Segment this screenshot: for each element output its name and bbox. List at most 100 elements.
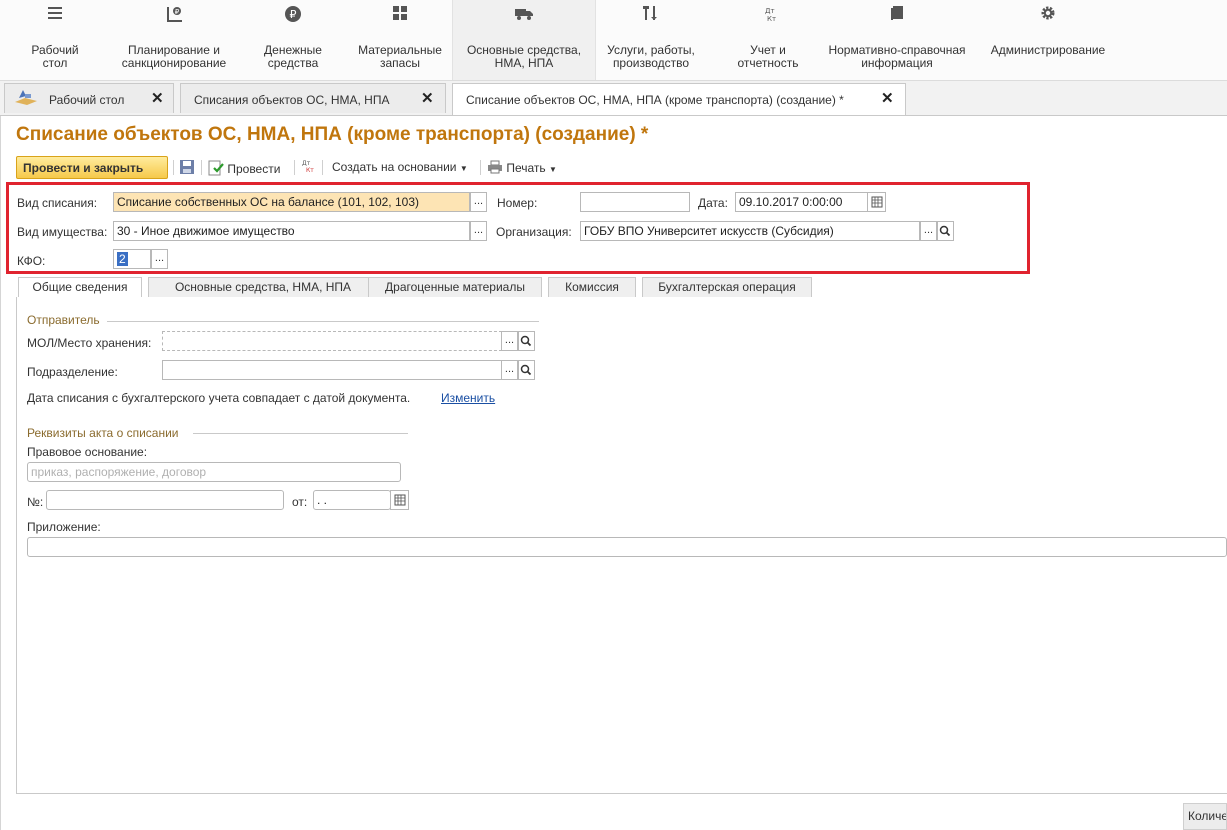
act-date-field[interactable]: . . xyxy=(313,490,391,510)
form-tabs: Общие сведения Основные средства, НМА, Н… xyxy=(16,277,1227,298)
group-divider xyxy=(107,321,539,322)
date-field[interactable]: 09.10.2017 0:00:00 xyxy=(735,192,868,212)
sender-group-title: Отправитель xyxy=(27,313,100,327)
toolbar-separator xyxy=(201,160,202,175)
chevron-down-icon: ▼ xyxy=(549,165,557,174)
post-button[interactable]: Провести xyxy=(208,160,280,176)
kfo-field[interactable]: 2 xyxy=(113,249,151,269)
svg-text:Дт: Дт xyxy=(765,7,775,15)
chevron-down-icon: ▼ xyxy=(459,164,468,173)
section-accounting[interactable]: Дт Кт Учет и отчетность xyxy=(718,0,818,80)
tab-writeoffs-list[interactable]: Списания объектов ОС, НМА, НПА ✕ xyxy=(180,83,446,113)
group-divider xyxy=(193,433,408,434)
save-icon[interactable] xyxy=(179,159,195,178)
from-date-label: от: xyxy=(292,495,308,509)
page-title: Списание объектов ОС, НМА, НПА (кроме тр… xyxy=(16,124,649,145)
grid-icon xyxy=(393,6,407,20)
write-off-type-label: Вид списания: xyxy=(17,196,98,210)
write-off-date-note: Дата списания с бухгалтерского учета сов… xyxy=(27,391,411,405)
mol-storage-field[interactable] xyxy=(162,331,502,351)
section-admin[interactable]: Администрирование xyxy=(984,0,1112,80)
toolbar-separator xyxy=(173,160,174,175)
debit-credit-icon: ДтКт xyxy=(302,160,314,174)
debit-credit-button[interactable]: Дт Кт xyxy=(300,158,316,177)
create-based-on-label: Создать на основании xyxy=(332,160,457,174)
svg-text:₽: ₽ xyxy=(175,8,180,16)
legal-basis-label: Правовое основание: xyxy=(27,445,148,459)
tab-accounting-operation[interactable]: Бухгалтерская операция xyxy=(642,277,812,297)
desktop-home-icon xyxy=(15,90,37,105)
tools-icon xyxy=(643,6,657,20)
post-icon xyxy=(208,160,224,176)
truck-icon xyxy=(515,9,533,20)
tab-label: Рабочий стол xyxy=(49,93,125,107)
tab-label: Списания объектов ОС, НМА, НПА xyxy=(194,93,390,107)
tab-fixed-assets[interactable]: Основные средства, НМА, НПА xyxy=(148,277,378,297)
number-field[interactable] xyxy=(580,192,690,212)
section-label: Планирование и санкционирование xyxy=(121,43,227,70)
planning-icon: ₽ xyxy=(167,7,182,22)
write-off-type-field[interactable]: Списание собственных ОС на балансе (101,… xyxy=(113,192,470,212)
attachment-label: Приложение: xyxy=(27,520,101,534)
act-number-field[interactable] xyxy=(46,490,284,510)
write-off-type-select-button[interactable]: ... xyxy=(470,192,487,212)
department-select-button[interactable]: ... xyxy=(501,360,518,380)
date-label: Дата: xyxy=(698,196,728,210)
section-desktop[interactable]: Рабочий стол xyxy=(16,0,94,80)
svg-text:Дт: Дт xyxy=(302,160,311,167)
legal-basis-field[interactable]: приказ, распоряжение, договор xyxy=(27,462,401,482)
print-label: Печать xyxy=(506,161,546,175)
property-type-label: Вид имущества: xyxy=(17,225,108,239)
attachment-field[interactable] xyxy=(27,537,1227,557)
section-label: Нормативно-справочная информация xyxy=(828,43,966,70)
act-group-title: Реквизиты акта о списании xyxy=(27,426,179,440)
section-planning[interactable]: ₽ Планирование и санкционирование xyxy=(112,0,236,80)
search-icon[interactable] xyxy=(518,360,535,380)
quantity-button[interactable]: Количество xyxy=(1183,803,1227,830)
number-label: Номер: xyxy=(497,196,538,210)
section-fixed-assets[interactable]: Основные средства, НМА, НПА xyxy=(452,0,596,80)
print-button[interactable]: Печать ▼ xyxy=(487,160,557,175)
tab-general[interactable]: Общие сведения xyxy=(18,277,142,298)
tab-desktop[interactable]: Рабочий стол ✕ xyxy=(4,83,174,113)
close-icon[interactable]: ✕ xyxy=(421,89,434,107)
create-based-on-button[interactable]: Создать на основании ▼ xyxy=(332,160,468,174)
section-services[interactable]: Услуги, работы, производство xyxy=(596,0,706,80)
calendar-icon[interactable] xyxy=(867,192,886,212)
search-icon[interactable] xyxy=(518,331,535,351)
department-label: Подразделение: xyxy=(27,365,118,379)
tab-precious-materials[interactable]: Драгоценные материалы xyxy=(368,277,542,297)
printer-icon xyxy=(488,160,502,174)
kfo-value: 2 xyxy=(117,252,128,266)
tab-writeoff-create[interactable]: Списание объектов ОС, НМА, НПА (кроме тр… xyxy=(452,83,906,115)
change-date-link[interactable]: Изменить xyxy=(441,391,495,405)
open-tabs: Рабочий стол ✕ Списания объектов ОС, НМА… xyxy=(0,81,1227,116)
section-money[interactable]: ₽ Денежные средства xyxy=(254,0,332,80)
department-field[interactable] xyxy=(162,360,502,380)
section-label: Денежные средства xyxy=(264,43,322,70)
section-label: Услуги, работы, производство xyxy=(607,43,695,70)
organization-field[interactable]: ГОБУ ВПО Университет искусств (Субсидия) xyxy=(580,221,920,241)
calendar-icon[interactable] xyxy=(390,490,409,510)
gear-icon xyxy=(1041,6,1055,20)
toolbar-separator xyxy=(322,160,323,175)
sections-bar: Рабочий стол ₽ Планирование и санкционир… xyxy=(0,0,1227,81)
property-type-field[interactable]: 30 - Иное движимое имущество xyxy=(113,221,470,241)
section-reference[interactable]: Нормативно-справочная информация xyxy=(822,0,972,80)
property-type-select-button[interactable]: ... xyxy=(470,221,487,241)
search-icon[interactable] xyxy=(937,221,954,241)
tab-label: Списание объектов ОС, НМА, НПА (кроме тр… xyxy=(466,93,844,107)
section-materials[interactable]: Материальные запасы xyxy=(350,0,450,80)
tab-commission[interactable]: Комиссия xyxy=(548,277,636,297)
mol-select-button[interactable]: ... xyxy=(501,331,518,351)
section-label: Материальные запасы xyxy=(358,43,442,70)
debit-credit-icon: ДтКт xyxy=(765,7,776,23)
close-icon[interactable]: ✕ xyxy=(881,89,894,107)
svg-text:₽: ₽ xyxy=(290,8,297,21)
svg-text:Кт: Кт xyxy=(767,15,776,23)
post-and-close-button[interactable]: Провести и закрыть xyxy=(16,156,168,179)
number-doc-label: №: xyxy=(27,495,44,509)
kfo-select-button[interactable]: ... xyxy=(151,249,168,269)
organization-select-button[interactable]: ... xyxy=(920,221,937,241)
close-icon[interactable]: ✕ xyxy=(151,89,164,107)
